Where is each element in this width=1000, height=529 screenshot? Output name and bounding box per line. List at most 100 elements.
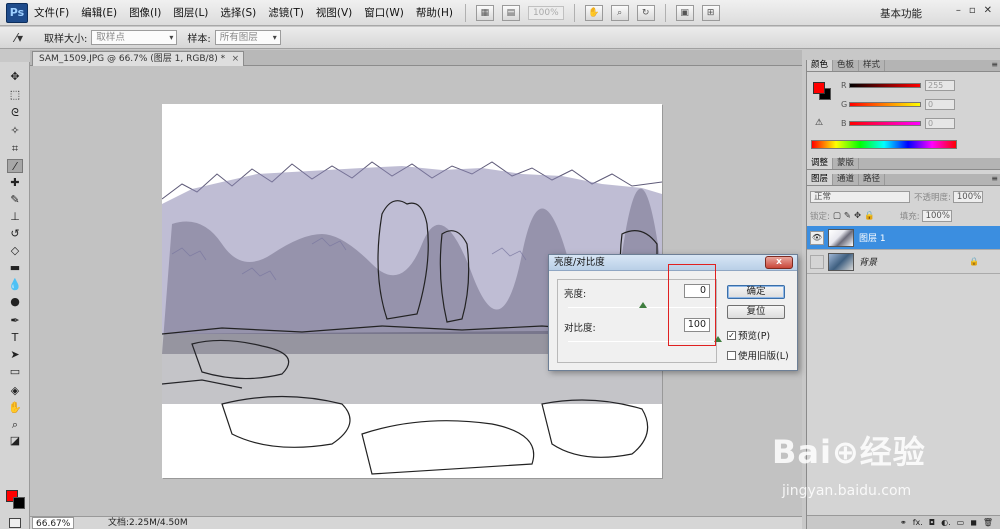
crop-tool-icon[interactable]: ⌗ <box>7 142 23 156</box>
move-tool-icon[interactable]: ✥ <box>7 70 23 84</box>
zoom-level-field[interactable]: 100% <box>527 5 564 20</box>
new-layer-icon[interactable]: ◼ <box>970 516 977 529</box>
quick-mask-icon[interactable] <box>9 518 21 528</box>
color-spectrum-bar[interactable] <box>811 140 957 149</box>
panel-menu-icon[interactable]: ≡ <box>991 174 998 183</box>
dialog-close-button[interactable]: x <box>765 256 793 269</box>
menu-edit[interactable]: 编辑(E) <box>75 3 123 23</box>
sample-size-select[interactable]: 取样点 ▾ <box>91 30 178 45</box>
add-mask-icon[interactable]: ◘ <box>929 516 935 529</box>
photoshop-logo[interactable]: Ps <box>6 2 28 23</box>
close-icon[interactable]: ✕ <box>984 5 992 16</box>
preview-checkbox[interactable]: ✓ <box>727 330 736 340</box>
clone-stamp-tool-icon[interactable]: ⊥ <box>7 210 23 224</box>
hand-tool-icon[interactable]: ✋ <box>7 401 23 415</box>
new-group-icon[interactable]: ▭ <box>957 516 965 529</box>
fx-icon[interactable]: fx. <box>913 516 923 529</box>
zoom-tool-icon[interactable]: ⌕ <box>7 418 23 432</box>
workspace-switcher[interactable]: 基本功能 <box>880 6 922 21</box>
healing-brush-tool-icon[interactable]: ✚ <box>7 176 23 190</box>
magic-wand-tool-icon[interactable]: ✧ <box>7 124 23 138</box>
type-tool-icon[interactable]: T <box>7 331 23 345</box>
tab-layers[interactable]: 图层 <box>807 174 834 185</box>
path-selection-tool-icon[interactable]: ➤ <box>7 348 23 362</box>
tab-color[interactable]: 颜色 <box>807 60 834 71</box>
blend-mode-select[interactable]: 正常 <box>810 191 910 203</box>
menu-filter[interactable]: 滤镜(T) <box>262 3 310 23</box>
pen-tool-icon[interactable]: ✒ <box>7 314 23 328</box>
gamut-warning-icon[interactable]: ⚠ <box>815 118 823 128</box>
red-channel-slider[interactable] <box>849 82 921 88</box>
zoom-icon[interactable]: ⌕ <box>610 4 629 21</box>
lasso-tool-icon[interactable]: ᘓ <box>7 106 23 120</box>
panel-menu-icon[interactable]: ≡ <box>991 60 998 69</box>
status-zoom-field[interactable]: 66.67% <box>32 517 75 529</box>
link-layers-icon[interactable]: ⚭ <box>900 516 907 529</box>
restore-icon[interactable]: ▫ <box>969 5 976 16</box>
menu-window[interactable]: 窗口(W) <box>358 3 410 23</box>
3d-rotate-tool-icon[interactable]: ◈ <box>7 384 23 398</box>
marquee-tool-icon[interactable]: ⬚ <box>7 88 23 102</box>
tab-styles[interactable]: 样式 <box>859 60 886 71</box>
blue-channel-slider[interactable] <box>849 120 921 126</box>
default-colors-icon[interactable]: ◪ <box>7 434 23 448</box>
tab-masks[interactable]: 蒙版 <box>833 158 860 169</box>
extras-icon[interactable]: ⊞ <box>701 4 720 21</box>
brush-tool-icon[interactable]: ✎ <box>7 193 23 207</box>
sample-value: 所有图层 <box>219 32 258 43</box>
gradient-tool-icon[interactable]: ▬ <box>7 261 23 275</box>
menu-select[interactable]: 选择(S) <box>214 3 262 23</box>
blue-channel-input[interactable]: 0 <box>925 117 955 129</box>
options-bar: ⁄▾ 取样大小: 取样点 ▾ 样本: 所有图层 ▾ <box>0 27 1000 49</box>
layer-row-background[interactable]: 背景 🔒 <box>807 250 1000 274</box>
tab-swatches[interactable]: 色板 <box>833 60 860 71</box>
shape-tool-icon[interactable]: ▭ <box>7 365 23 379</box>
dodge-tool-icon[interactable]: ● <box>7 295 23 309</box>
watermark-text: Bai⊕经验 <box>772 433 926 471</box>
legacy-checkbox-row[interactable]: 使用旧版(L) <box>727 348 789 362</box>
bridge-icon[interactable]: ▦ <box>475 4 494 21</box>
screen-mode-icon[interactable]: ▣ <box>675 4 694 21</box>
eraser-tool-icon[interactable]: ◇ <box>7 244 23 258</box>
menu-image[interactable]: 图像(I) <box>123 3 167 23</box>
visibility-eye-icon[interactable]: 👁 <box>810 230 824 245</box>
menu-view[interactable]: 视图(V) <box>310 3 358 23</box>
opacity-input[interactable]: 100% <box>952 191 983 203</box>
menu-layer[interactable]: 图层(L) <box>167 3 214 23</box>
hand-icon[interactable]: ✋ <box>584 4 603 21</box>
green-channel-marker: G <box>841 99 848 109</box>
brightness-slider-thumb[interactable] <box>639 302 647 308</box>
green-channel-slider[interactable] <box>849 101 921 107</box>
adjustment-layer-icon[interactable]: ◐. <box>941 516 951 529</box>
eyedropper-tool-icon[interactable]: ⁄ <box>7 159 23 173</box>
blur-tool-icon[interactable]: 💧 <box>7 278 23 292</box>
preview-checkbox-row[interactable]: ✓ 预览(P) <box>727 328 770 342</box>
tab-channels[interactable]: 通道 <box>833 174 860 185</box>
tab-adjustments[interactable]: 调整 <box>807 158 834 169</box>
background-color-swatch[interactable] <box>13 497 25 509</box>
reset-button[interactable]: 复位 <box>727 305 785 319</box>
layer-row-layer1[interactable]: 👁 图层 1 <box>807 226 1000 250</box>
red-channel-input[interactable]: 255 <box>925 79 955 91</box>
eyedropper-tool-preset-icon[interactable]: ⁄▾ <box>4 29 34 47</box>
tab-paths[interactable]: 路径 <box>859 174 886 185</box>
sample-select[interactable]: 所有图层 ▾ <box>214 30 281 45</box>
visibility-off-icon[interactable] <box>810 254 824 269</box>
green-channel-input[interactable]: 0 <box>925 98 955 110</box>
close-icon[interactable]: × <box>232 52 240 66</box>
document-size-info[interactable]: 文档:2.25M/4.50M <box>108 517 188 529</box>
ok-button[interactable]: 确定 <box>727 285 785 299</box>
lock-icons[interactable]: ▢✎✥🔒 <box>833 211 878 221</box>
document-tab[interactable]: SAM_1509.JPG @ 66.7% (图层 1, RGB/8) * × <box>32 51 245 66</box>
rotate-view-icon[interactable]: ↻ <box>636 4 655 21</box>
menu-file[interactable]: 文件(F) <box>28 3 75 23</box>
history-brush-tool-icon[interactable]: ↺ <box>7 227 23 241</box>
color-panel-foreground-swatch[interactable] <box>813 82 825 94</box>
legacy-checkbox[interactable] <box>727 350 736 360</box>
fill-input[interactable]: 100% <box>921 210 952 222</box>
arrange-icon[interactable]: ▤ <box>501 4 520 21</box>
delete-layer-icon[interactable]: 🗑 <box>983 516 993 529</box>
menu-help[interactable]: 帮助(H) <box>410 3 459 23</box>
minimize-icon[interactable]: – <box>956 5 961 16</box>
menu-bar: Ps 文件(F) 编辑(E) 图像(I) 图层(L) 选择(S) 滤镜(T) 视… <box>0 0 1000 26</box>
